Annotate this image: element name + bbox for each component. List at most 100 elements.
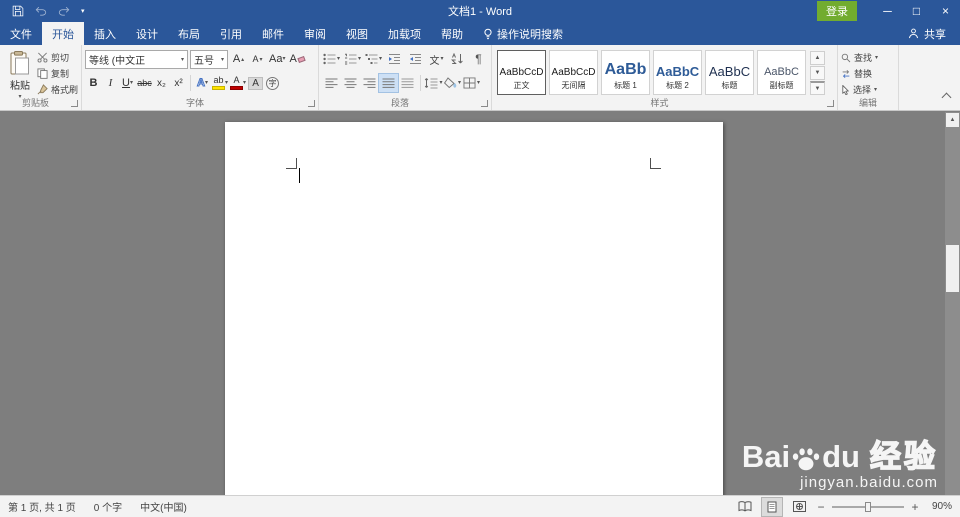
line-spacing-button[interactable]: ▾ [424, 74, 443, 92]
zoom-out-button[interactable]: − [816, 500, 826, 514]
tab-review[interactable]: 审阅 [294, 22, 336, 45]
font-group: 等线 (中文正 ▾ 五号 ▾ A ▴ A ▾ Aa ▾ A B I U ▾ abc x₂… [82, 45, 319, 110]
highlight-button[interactable]: ab ▾ [211, 74, 229, 92]
character-shading-button[interactable]: A [247, 74, 264, 92]
zoom-in-button[interactable]: + [910, 500, 920, 514]
paste-button[interactable]: 粘贴 ▾ [3, 48, 37, 100]
bold-button[interactable]: B [85, 74, 102, 92]
zoom-slider[interactable] [832, 501, 904, 512]
web-layout-button[interactable] [789, 498, 809, 516]
align-center-button[interactable] [341, 74, 360, 92]
scrollbar-thumb[interactable] [946, 245, 959, 292]
page-number-indicator[interactable]: 第 1 页, 共 1 页 [8, 499, 76, 514]
tab-help[interactable]: 帮助 [431, 22, 473, 45]
font-name-combobox[interactable]: 等线 (中文正 ▾ [85, 49, 188, 69]
show-marks-button[interactable]: ¶ [469, 50, 488, 68]
undo-icon[interactable] [35, 6, 47, 16]
replace-label: 替换 [854, 69, 873, 79]
style-gallery-up-icon[interactable]: ▲ [810, 51, 825, 65]
tab-home[interactable]: 开始 [42, 22, 84, 45]
align-left-button[interactable] [322, 74, 341, 92]
align-right-button[interactable] [360, 74, 379, 92]
font-color-button[interactable]: A ▾ [229, 74, 247, 92]
tab-layout[interactable]: 布局 [168, 22, 210, 45]
grow-font-button[interactable]: A ▴ [230, 50, 247, 68]
tab-design[interactable]: 设计 [126, 22, 168, 45]
select-button[interactable]: 选择 ▾ [841, 82, 895, 97]
tab-view[interactable]: 视图 [336, 22, 378, 45]
shrink-font-button[interactable]: A ▾ [249, 50, 266, 68]
borders-button[interactable]: ▾ [462, 74, 481, 92]
font-dialog-launcher-icon[interactable] [308, 100, 315, 107]
save-icon[interactable] [12, 5, 24, 17]
caret-down-icon: ▾ [282, 56, 286, 62]
style-card-title[interactable]: AaBbC 标题 [705, 50, 754, 95]
copy-button[interactable]: 复制 [37, 67, 78, 80]
sort-button[interactable] [448, 50, 467, 68]
text-cursor [299, 168, 300, 183]
paragraph-dialog-launcher-icon[interactable] [481, 100, 488, 107]
italic-button[interactable]: I [102, 74, 119, 92]
style-card-normal[interactable]: AaBbCcD 正文 [497, 50, 546, 95]
signin-button[interactable]: 登录 [817, 1, 857, 21]
cut-button[interactable]: 剪切 [37, 51, 78, 64]
decrease-indent-button[interactable] [385, 50, 404, 68]
caret-down-icon: ▾ [225, 80, 229, 86]
change-case-button[interactable]: Aa ▾ [268, 50, 286, 68]
asian-layout-button[interactable]: 文 ▾ [427, 50, 446, 68]
styles-dialog-launcher-icon[interactable] [827, 100, 834, 107]
collapse-ribbon-icon[interactable] [941, 92, 952, 103]
word-count-indicator[interactable]: 0 个字 [94, 499, 122, 514]
find-button[interactable]: 查找 ▾ [841, 50, 895, 65]
subscript-button[interactable]: x₂ [153, 74, 170, 92]
tab-insert[interactable]: 插入 [84, 22, 126, 45]
strikethrough-button[interactable]: abc [136, 74, 153, 92]
maximize-button[interactable]: □ [902, 0, 931, 22]
customize-quick-access-icon[interactable]: ▾ [81, 8, 85, 15]
read-mode-button[interactable] [735, 498, 755, 516]
close-button[interactable]: × [931, 0, 960, 22]
vertical-scrollbar[interactable]: ▲ [945, 112, 960, 495]
superscript-button[interactable]: x² [170, 74, 187, 92]
style-card-no-spacing[interactable]: AaBbCcD 无间隔 [549, 50, 598, 95]
language-indicator[interactable]: 中文(中国) [140, 499, 187, 514]
style-card-heading2[interactable]: AaBbC 标题 2 [653, 50, 702, 95]
enclose-character-button[interactable]: 字 [264, 74, 281, 92]
shading-button[interactable]: ▾ [443, 74, 462, 92]
format-painter-button[interactable]: 格式刷 [37, 83, 78, 96]
watermark-url: jingyan.baidu.com [800, 474, 938, 491]
tab-addins[interactable]: 加载项 [378, 22, 431, 45]
print-layout-button[interactable] [761, 496, 783, 517]
tab-mailings[interactable]: 邮件 [252, 22, 294, 45]
share-button[interactable]: 共享 [894, 22, 960, 45]
style-name: 标题 2 [666, 81, 689, 90]
style-gallery-more-icon[interactable]: ▼ [810, 81, 825, 95]
style-card-subtitle[interactable]: AaBbC 副标题 [757, 50, 806, 95]
bullets-button[interactable]: ▾ [322, 50, 341, 68]
underline-button[interactable]: U ▾ [119, 74, 136, 92]
distribute-button[interactable] [398, 74, 417, 92]
tab-file[interactable]: 文件 [0, 22, 42, 45]
highlight-color-bar [212, 86, 225, 90]
redo-icon[interactable] [58, 6, 70, 16]
tab-references[interactable]: 引用 [210, 22, 252, 45]
caret-down-icon: ▾ [129, 80, 133, 86]
justify-button[interactable] [378, 73, 399, 93]
scroll-up-icon[interactable]: ▲ [946, 113, 959, 127]
zoom-slider-thumb[interactable] [865, 501, 871, 512]
replace-button[interactable]: 替换 [841, 66, 895, 81]
multilevel-list-button[interactable]: ▾ [364, 50, 383, 68]
document-page[interactable] [225, 122, 723, 495]
tab-tell-me[interactable]: 操作说明搜索 [473, 22, 573, 45]
font-row-1: 等线 (中文正 ▾ 五号 ▾ A ▴ A ▾ Aa ▾ A [85, 48, 315, 70]
increase-indent-button[interactable] [406, 50, 425, 68]
font-size-combobox[interactable]: 五号 ▾ [190, 49, 228, 69]
numbering-button[interactable]: ▾ [343, 50, 362, 68]
minimize-button[interactable]: ─ [873, 0, 902, 22]
zoom-level-indicator[interactable]: 90% [926, 501, 952, 512]
style-card-heading1[interactable]: AaBb 标题 1 [601, 50, 650, 95]
style-gallery-down-icon[interactable]: ▼ [810, 66, 825, 80]
clear-formatting-button[interactable]: A [288, 50, 306, 68]
clipboard-dialog-launcher-icon[interactable] [71, 100, 78, 107]
text-effects-button[interactable]: A ▾ [194, 74, 211, 92]
